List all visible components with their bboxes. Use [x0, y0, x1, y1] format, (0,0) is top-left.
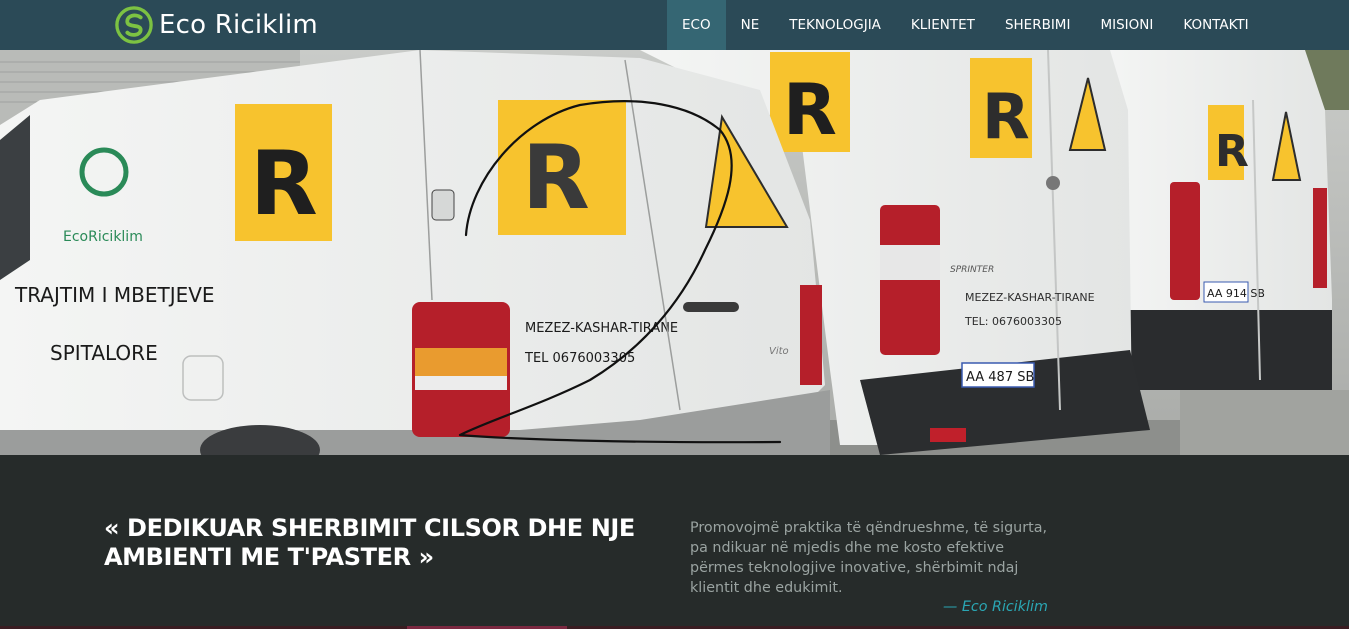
- van-phone-text: TEL 0676003305: [524, 351, 635, 366]
- hero-image: R AA 914 SB R R MEZEZ-KASHAR-TIRANE TEL:…: [0, 50, 1349, 455]
- van-1: R R EcoRiciklim TRAJTIM I MBETJEVE SPITA…: [0, 50, 830, 455]
- van-logo-text: EcoRiciklim: [63, 229, 143, 245]
- nav-item-misioni[interactable]: MISIONI: [1085, 0, 1168, 50]
- nav-item-sherbimi[interactable]: SHERBIMI: [990, 0, 1086, 50]
- vans-photo: R AA 914 SB R R MEZEZ-KASHAR-TIRANE TEL:…: [0, 50, 1349, 455]
- r-sign-letter: R: [250, 132, 318, 235]
- van-3: R AA 914 SB: [1105, 50, 1332, 390]
- license-plate: AA 914 SB: [1207, 287, 1265, 300]
- van-model-text: SPRINTER: [950, 265, 994, 275]
- mission-text: Promovojmë praktika të qëndrueshme, të s…: [690, 520, 1048, 596]
- nav-item-kontakti[interactable]: KONTAKTI: [1168, 0, 1263, 50]
- top-navbar: Eco Riciklim ECO NE TEKNOLOGJIA KLIENTET…: [0, 0, 1349, 50]
- eco-logo-icon: [115, 6, 153, 44]
- license-plate: AA 487 SB: [966, 370, 1034, 385]
- brand-link[interactable]: Eco Riciklim: [115, 4, 318, 46]
- mission-quote-section: « DEDIKUAR SHERBIMIT CILSOR DHE NJE AMBI…: [0, 455, 1349, 629]
- r-sign-letter: R: [1215, 126, 1249, 177]
- van-address-text: MEZEZ-KASHAR-TIRANE: [965, 291, 1095, 304]
- main-nav: ECO NE TEKNOLOGJIA KLIENTET SHERBIMI MIS…: [667, 0, 1264, 50]
- slogan-heading: « DEDIKUAR SHERBIMIT CILSOR DHE NJE AMBI…: [104, 514, 635, 571]
- quote-author: — Eco Riciklim: [943, 599, 1048, 615]
- r-sign-letter: R: [783, 69, 837, 151]
- van-address-text: MEZEZ-KASHAR-TIRANE: [525, 321, 678, 336]
- nav-item-teknologjia[interactable]: TEKNOLOGJIA: [774, 0, 896, 50]
- r-sign-letter: R: [522, 126, 590, 229]
- van-model-text: Vito: [769, 346, 789, 357]
- nav-item-eco[interactable]: ECO: [667, 0, 726, 50]
- van-side-text-2: SPITALORE: [50, 341, 158, 365]
- r-sign-letter: R: [982, 80, 1030, 153]
- brand-name: Eco Riciklim: [159, 10, 318, 40]
- door-handle: [683, 302, 739, 312]
- tail-light: [1170, 182, 1200, 300]
- van-phone-text: TEL: 0676003305: [964, 315, 1062, 328]
- nav-item-klientet[interactable]: KLIENTET: [896, 0, 990, 50]
- nav-item-ne[interactable]: NE: [726, 0, 775, 50]
- van-side-text-1: TRAJTIM I MBETJEVE: [14, 283, 215, 307]
